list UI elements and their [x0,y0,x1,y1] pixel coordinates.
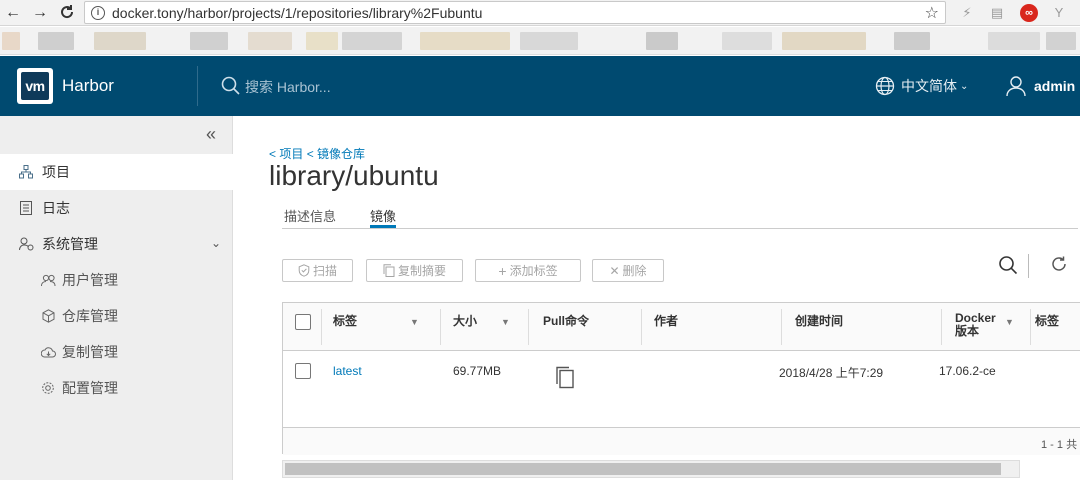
created-cell: 2018/4/28 上午7:29 [779,366,884,380]
column-header-author[interactable]: 作者 [654,312,678,329]
search-input[interactable] [245,77,545,97]
browser-toolbar: ← → i docker.tony/harbor/projects/1/repo… [0,0,1080,26]
chevron-down-icon: ⌄ [960,80,969,92]
replication-icon [40,344,56,360]
extension-red-icon[interactable]: ∞ [1020,4,1038,22]
globe-icon [875,76,895,96]
scrollbar-thumb[interactable] [285,463,1001,475]
images-grid: 标签 ▼ 大小 ▼ Pull命令 作者 创建时间 Docker 版本 ▼ 标签 … [282,302,1080,455]
sidebar-item-label: 系统管理 [42,236,98,252]
size-cell: 69.77MB [453,364,502,378]
sidebar-sub-label: 用户管理 [62,272,118,288]
horizontal-scrollbar[interactable] [282,460,1020,478]
sidebar-item-users[interactable]: 用户管理 [0,262,233,298]
breadcrumb-repos-link[interactable]: < 镜像仓库 [307,147,365,161]
scan-button[interactable]: 扫描 [282,259,353,282]
logs-icon [18,200,34,216]
column-header-tag[interactable]: 标签 [333,312,357,329]
sidebar-item-logs[interactable]: 日志 [0,190,233,226]
column-header-pull[interactable]: Pull命令 [543,312,589,329]
delete-label: 删除 [622,264,647,278]
user-name: admin [1034,78,1076,94]
page-title: library/ubuntu [269,160,439,191]
shield-icon [298,264,310,277]
tab-bar: 描述信息 镜像 [282,204,1078,229]
column-header-created[interactable]: 创建时间 [795,312,843,329]
sidebar-item-registries[interactable]: 仓库管理 [0,298,233,334]
address-bar[interactable]: i docker.tony/harbor/projects/1/reposito… [84,1,946,24]
language-label: 中文简体 [901,78,957,94]
tab-info[interactable]: 描述信息 [284,206,336,228]
tag-link[interactable]: latest [333,364,362,378]
sidebar-item-projects[interactable]: 项目 [0,154,233,190]
copy-digest-button[interactable]: 复制摘要 [366,259,463,282]
admin-icon [18,236,34,252]
sidebar-sub-label: 仓库管理 [62,308,118,324]
refresh-icon[interactable] [1050,255,1068,278]
copy-icon [383,264,395,277]
vmware-logo[interactable]: vm [17,68,53,104]
bookmarks-bar [0,27,1080,55]
select-all-checkbox[interactable] [295,314,311,330]
info-icon[interactable]: i [91,6,105,20]
sidebar-item-config[interactable]: 配置管理 [0,370,233,406]
config-icon [40,380,56,396]
plus-icon: + [498,262,507,279]
filter-icon[interactable]: ▼ [501,317,510,327]
sidebar-item-label: 项目 [42,164,70,180]
arrow-left-icon[interactable]: ← [4,4,22,22]
tab-images[interactable]: 镜像 [370,206,397,228]
extension-bolt-icon[interactable]: ⚡ [958,4,976,22]
registry-icon [40,308,56,324]
column-header-labels[interactable]: 标签 [1035,312,1059,329]
grid-header: 标签 ▼ 大小 ▼ Pull命令 作者 创建时间 Docker 版本 ▼ 标签 [283,303,1080,351]
docker-version-cell: 17.06.2-ce [939,364,996,378]
row-checkbox[interactable] [295,363,311,379]
chevron-down-icon[interactable]: ⌄ [211,236,221,250]
sidebar-item-replication[interactable]: 复制管理 [0,334,233,370]
copy-digest-label: 复制摘要 [397,264,446,278]
filter-icon[interactable]: ▼ [1005,317,1014,327]
add-label-button[interactable]: + 添加标签 [475,259,581,282]
add-label-label: 添加标签 [509,264,558,278]
column-header-size[interactable]: 大小 [453,312,477,329]
extension-y-icon[interactable]: Y [1050,4,1068,22]
language-selector[interactable]: 中文简体 ⌄ [875,75,968,97]
grid-footer: 1 - 1 共 1 [283,427,1080,455]
sidebar: « 项目 日志 系统管理 ⌄ 用户管理 仓库管理 复制管理 配置管理 [0,116,233,480]
scan-label: 扫描 [312,264,337,278]
header-divider [197,66,198,106]
delete-button[interactable]: ✕ 删除 [592,259,664,282]
bookmark-star-icon[interactable]: ☆ [925,3,939,23]
sidebar-item-admin[interactable]: 系统管理 ⌄ [0,226,233,262]
toolbar-divider [1028,254,1029,278]
extension-window-icon[interactable]: ▤ [988,4,1006,22]
users-icon [40,272,56,288]
sidebar-item-label: 日志 [42,200,70,216]
brand-name[interactable]: Harbor [62,76,114,96]
breadcrumb-projects-link[interactable]: < 项目 [269,147,303,161]
sidebar-sub-label: 配置管理 [62,380,118,396]
sidebar-sub-label: 复制管理 [62,344,118,360]
user-icon [1006,76,1026,97]
pagination-text: 1 - 1 共 1 [1041,439,1080,451]
search-icon [221,76,241,96]
collapse-sidebar-icon[interactable]: « [206,124,216,145]
filter-icon[interactable]: ▼ [410,317,419,327]
app-header: vm Harbor 中文简体 ⌄ admin [0,56,1080,116]
reload-icon[interactable] [58,4,76,22]
projects-icon [18,164,34,180]
copy-pull-command-icon[interactable] [555,366,575,392]
search-icon[interactable] [998,255,1018,280]
column-header-docker[interactable]: Docker 版本 [955,312,996,338]
url-text: docker.tony/harbor/projects/1/repositori… [112,5,483,21]
arrow-right-icon[interactable]: → [31,4,49,22]
close-icon: ✕ [609,263,620,278]
user-menu[interactable]: admin [1006,75,1075,97]
